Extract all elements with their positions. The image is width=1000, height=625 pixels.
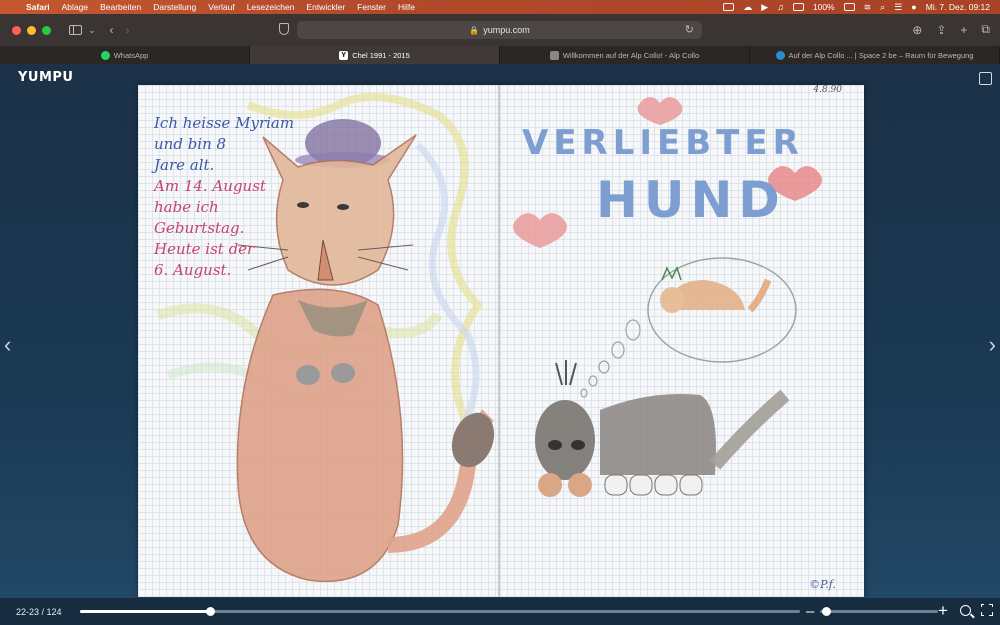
text-line: Am 14. August — [154, 177, 266, 195]
close-window-button[interactable] — [12, 25, 21, 35]
siri-icon[interactable]: ● — [911, 2, 916, 12]
battery-percent: 100% — [812, 2, 835, 12]
wifi-icon[interactable]: ≋ — [864, 2, 872, 13]
sidebar-toggle-icon[interactable] — [69, 25, 82, 35]
yumpu-logo[interactable]: YUMPU — [18, 70, 74, 85]
text-line: Heute ist der — [154, 240, 255, 258]
download-icon[interactable]: ⊕ — [912, 23, 922, 37]
menu-entwickler[interactable]: Entwickler — [300, 2, 351, 12]
tab-label: WhatsApp — [113, 50, 149, 60]
tab-label: Willkommen auf der Alp Collo! - Alp Coll… — [562, 50, 700, 60]
keyboard-icon[interactable] — [792, 3, 804, 11]
page-indicator: 22-23 / 124 — [16, 606, 62, 617]
left-page[interactable]: Ich heisse Myriam und bin 8 Jare alt. Am… — [138, 85, 500, 597]
menu-verlauf[interactable]: Verlauf — [202, 2, 240, 12]
menu-safari[interactable]: Safari — [20, 2, 56, 12]
previous-page-arrow[interactable]: ‹ — [4, 332, 11, 358]
menu-lesezeichen[interactable]: Lesezeichen — [241, 2, 301, 12]
address-bar[interactable]: 🔒 yumpu.com ↻ — [297, 21, 702, 39]
title-line-1: VERLIEBTER — [522, 123, 804, 163]
zoom-window-button[interactable] — [42, 25, 51, 35]
fullscreen-icon[interactable] — [980, 603, 993, 616]
play-icon[interactable]: ▶ — [761, 2, 768, 13]
right-page[interactable]: 4.8.90 VERLIEBTER HUND ©P.f. — [500, 85, 864, 597]
menu-bar: Safari Ablage Bearbeiten Darstellung Ver… — [0, 0, 1000, 14]
text-line: Ich heisse Myriam — [154, 114, 295, 132]
reload-icon[interactable]: ↻ — [685, 23, 694, 36]
tab-chel[interactable]: Y Chel 1991 - 2015 — [250, 46, 500, 64]
handwritten-text: Ich heisse Myriam und bin 8 Jare alt. Am… — [154, 113, 294, 281]
text-line: 6. August. — [154, 261, 232, 279]
lock-icon: 🔒 — [469, 25, 480, 35]
tab-alp-collo[interactable]: Willkommen auf der Alp Collo! - Alp Coll… — [500, 46, 750, 64]
date-note: 4.8.90 — [813, 85, 842, 95]
tab-overview-icon[interactable]: ⧉ — [981, 22, 990, 37]
new-tab-button[interactable]: + — [960, 23, 967, 37]
tab-bar: WhatsApp Y Chel 1991 - 2015 Willkommen a… — [0, 46, 1000, 64]
title-line-2: HUND — [596, 171, 786, 229]
menubar-clock[interactable]: Mi. 7. Dez. 09:12 — [926, 2, 990, 12]
search-icon[interactable] — [960, 605, 971, 616]
forward-button[interactable]: › — [126, 23, 130, 37]
yumpu-icon: Y — [339, 50, 349, 60]
wordpress-icon — [775, 50, 785, 60]
menu-hilfe[interactable]: Hilfe — [392, 2, 421, 12]
search-icon[interactable]: ⌕ — [880, 2, 885, 13]
menu-bearbeiten[interactable]: Bearbeiten — [94, 2, 147, 12]
zoom-out-button[interactable]: – — [806, 603, 814, 620]
minimize-window-button[interactable] — [27, 25, 36, 35]
share-icon[interactable] — [979, 72, 992, 85]
open-book: Ich heisse Myriam und bin 8 Jare alt. Am… — [138, 85, 864, 597]
share-icon[interactable]: ⇪ — [936, 23, 946, 37]
site-icon — [549, 50, 559, 60]
browser-toolbar: ⌄ ‹ › 🔒 yumpu.com ↻ ⊕ ⇪ + ⧉ — [0, 14, 1000, 46]
address-url: yumpu.com — [483, 25, 530, 35]
creative-cloud-icon[interactable]: ☁ — [743, 2, 752, 13]
text-line: Geburtstag. — [154, 219, 245, 237]
window-controls — [12, 25, 51, 35]
music-icon[interactable]: ♫ — [777, 2, 784, 12]
menu-darstellung[interactable]: Darstellung — [147, 2, 202, 12]
back-button[interactable]: ‹ — [110, 23, 114, 37]
privacy-shield-icon[interactable] — [279, 23, 289, 35]
flipbook-viewer: YUMPU ‹ › Ich heisse Myriam und bin 8 Ja… — [0, 64, 1000, 625]
battery-icon[interactable] — [843, 3, 855, 11]
signature: ©P.f. — [809, 578, 836, 591]
text-line: habe ich — [154, 198, 219, 216]
control-center-icon[interactable]: ☰ — [894, 2, 902, 13]
whatsapp-icon — [100, 50, 110, 60]
text-line: Jare alt. — [154, 156, 215, 174]
tab-label: Auf der Alp Collo ... | Space 2 be – Rau… — [788, 50, 974, 60]
text-line: und bin 8 — [154, 135, 227, 153]
menu-ablage[interactable]: Ablage — [56, 2, 94, 12]
zoom-knob[interactable] — [821, 607, 831, 616]
tab-space2be[interactable]: Auf der Alp Collo ... | Space 2 be – Rau… — [750, 46, 1000, 64]
zoom-in-button[interactable]: + — [938, 601, 948, 621]
next-page-arrow[interactable]: › — [989, 332, 996, 358]
chevron-down-icon[interactable]: ⌄ — [88, 25, 96, 36]
menu-fenster[interactable]: Fenster — [351, 2, 392, 12]
zoom-slider[interactable] — [820, 607, 938, 616]
tab-label: Chel 1991 - 2015 — [352, 50, 410, 60]
display-icon[interactable] — [723, 3, 735, 11]
viewer-controls: 22-23 / 124 – + — [0, 598, 1000, 625]
tab-whatsapp[interactable]: WhatsApp — [0, 46, 250, 64]
page-progress-slider[interactable] — [80, 607, 800, 616]
progress-knob[interactable] — [205, 607, 215, 616]
progress-fill — [80, 610, 210, 613]
